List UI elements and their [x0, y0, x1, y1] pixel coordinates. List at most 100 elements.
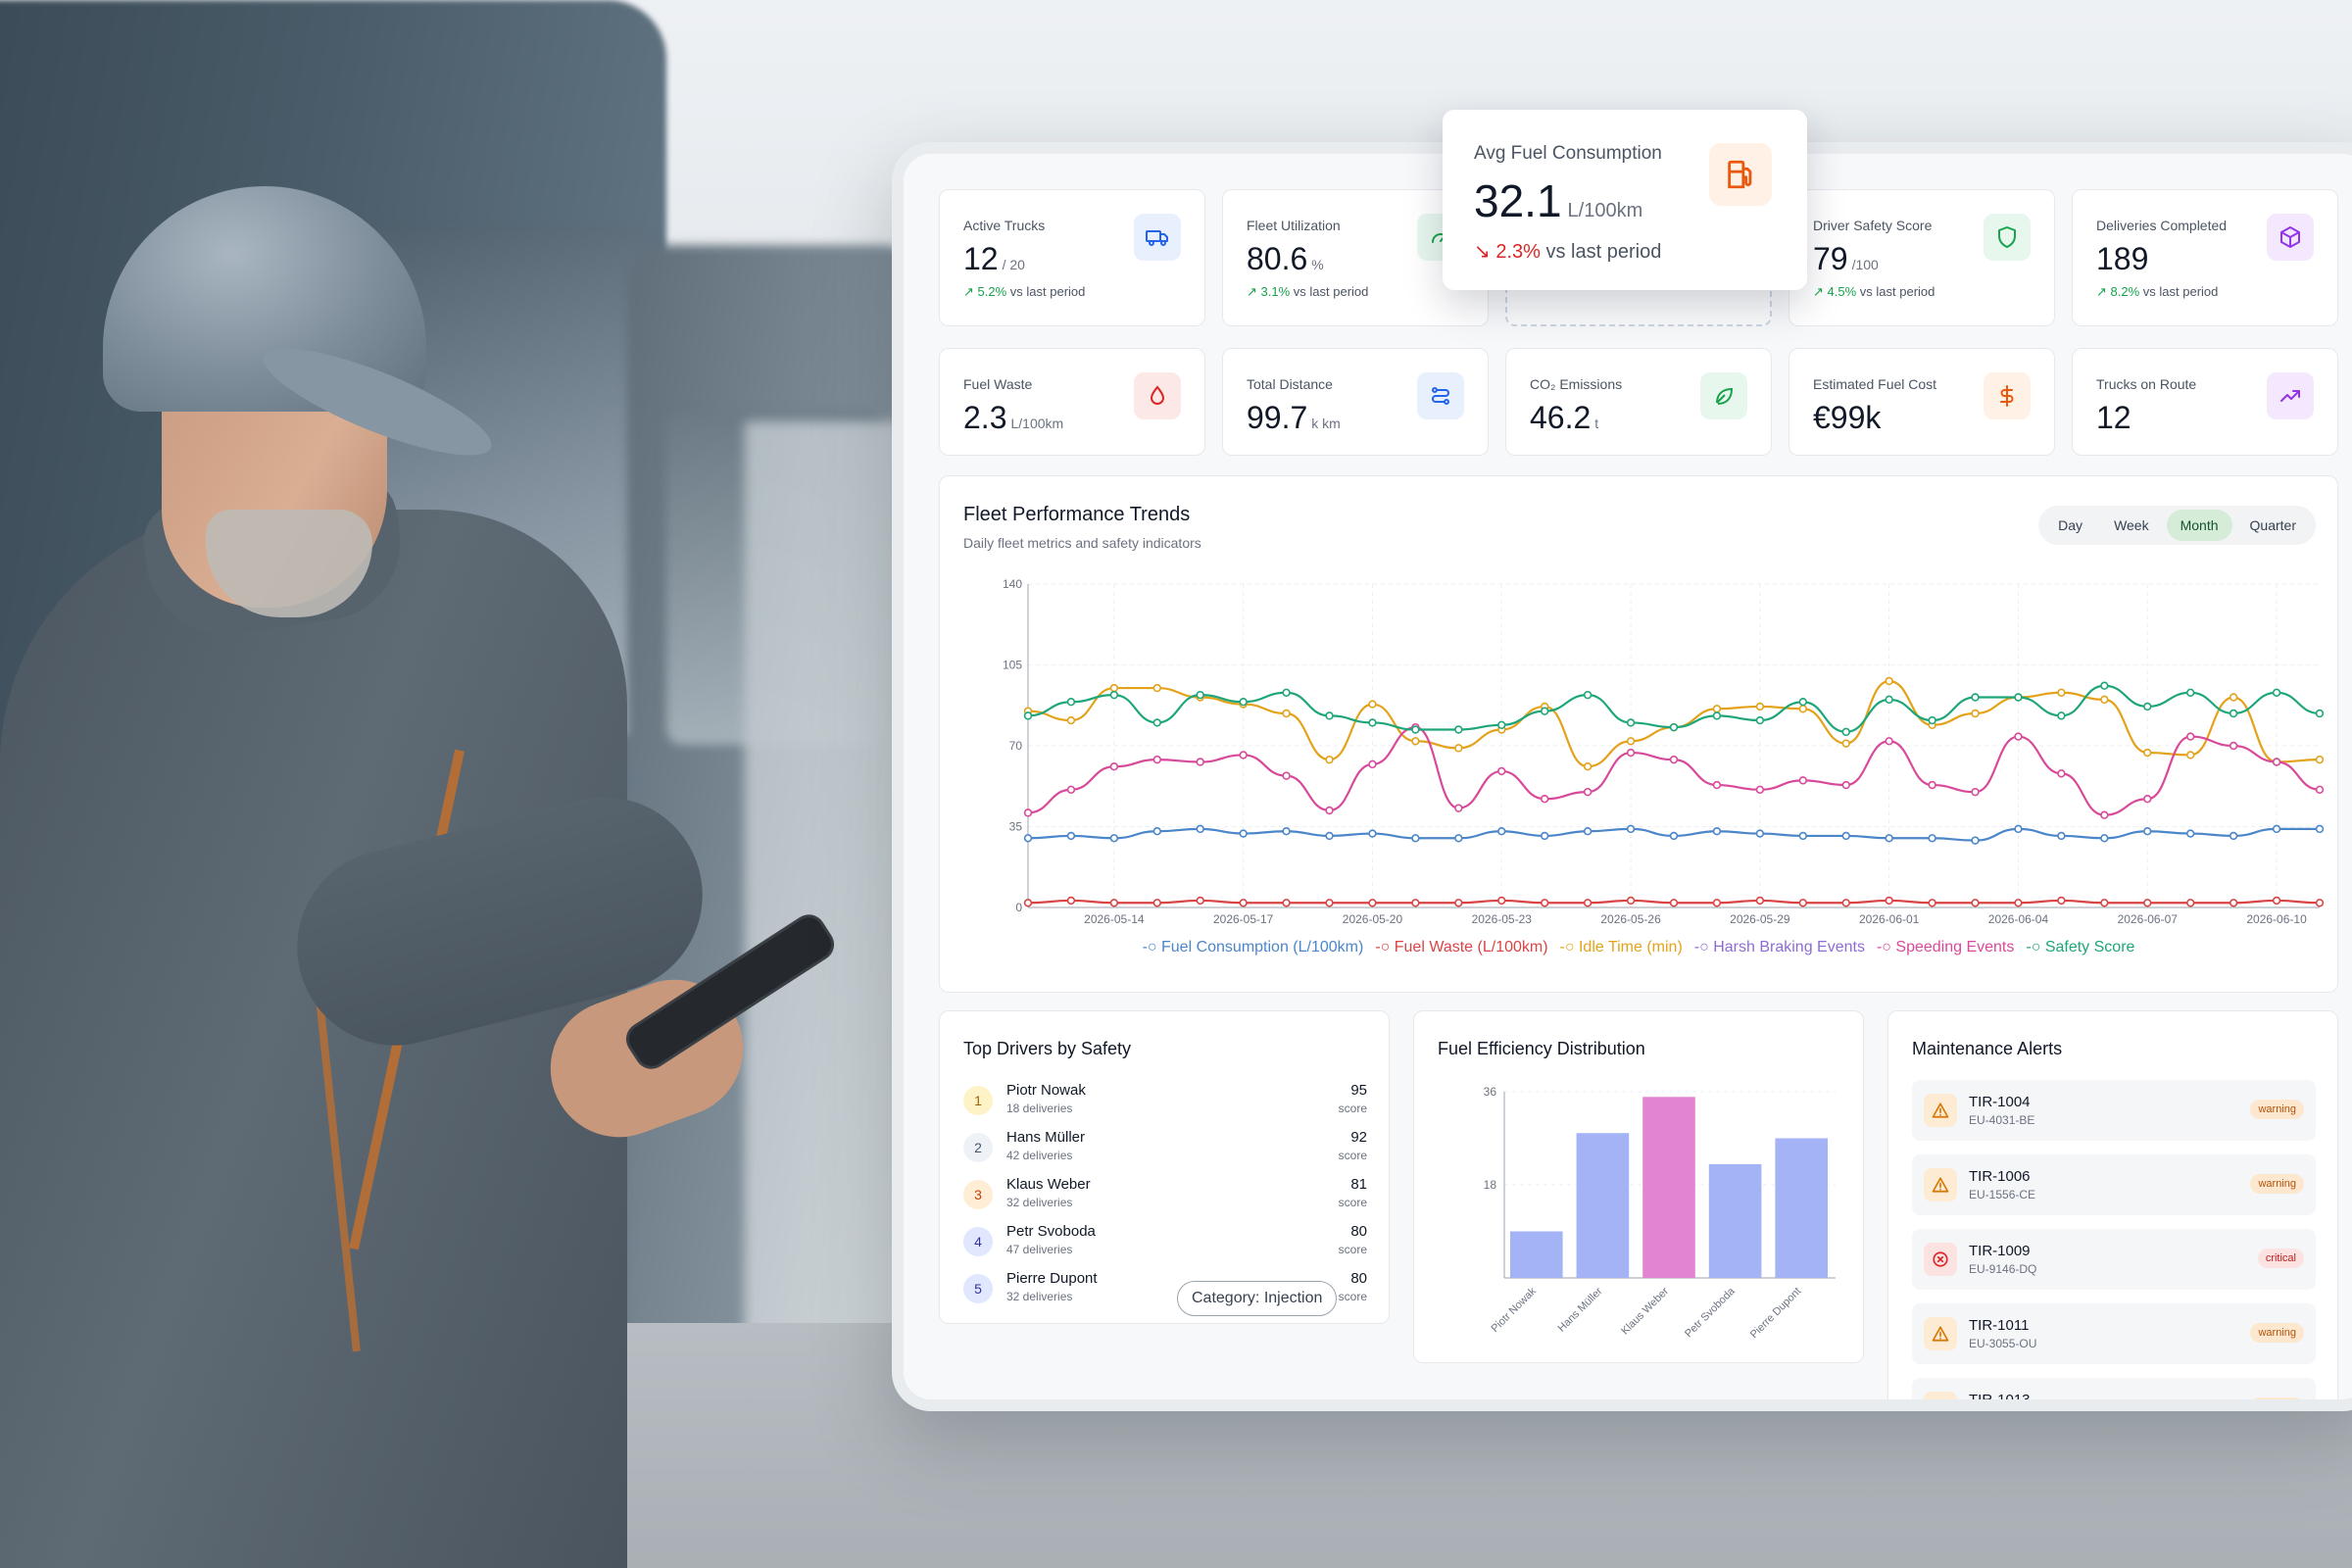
data-point[interactable] — [1109, 683, 1119, 693]
data-point[interactable] — [1196, 758, 1204, 766]
data-point[interactable] — [1712, 899, 1722, 907]
kpi-card-total-distance[interactable]: Total Distance 99.7 k km — [1222, 348, 1489, 456]
data-point[interactable] — [1540, 707, 1549, 715]
data-point[interactable] — [1411, 737, 1420, 746]
data-point[interactable] — [1540, 831, 1549, 841]
data-point[interactable] — [2185, 899, 2195, 907]
data-point[interactable] — [1066, 785, 1076, 794]
data-point[interactable] — [1885, 896, 1893, 906]
kpi-card-active-trucks[interactable]: Active Trucks 12/ 20 ↗ 5.2% vs last peri… — [939, 189, 1205, 326]
data-point[interactable] — [1712, 705, 1722, 713]
data-point[interactable] — [2143, 702, 2152, 711]
data-point[interactable] — [2272, 896, 2281, 906]
data-point[interactable] — [1755, 785, 1765, 794]
data-point[interactable] — [2143, 827, 2152, 836]
data-point[interactable] — [1325, 806, 1334, 815]
data-point[interactable] — [1497, 720, 1506, 729]
alert-row[interactable]: TIR-1011 EU-3055-OU warning — [1912, 1303, 2316, 1364]
data-point[interactable] — [2315, 785, 2325, 794]
data-point[interactable] — [1325, 755, 1334, 764]
data-point[interactable] — [2014, 899, 2023, 907]
data-point[interactable] — [2272, 824, 2281, 834]
kpi-card-fuel-cost[interactable]: Estimated Fuel Cost €99k — [1788, 348, 2055, 456]
data-point[interactable] — [1540, 795, 1549, 804]
data-point[interactable] — [1109, 690, 1119, 700]
data-point[interactable] — [2229, 693, 2238, 702]
data-point[interactable] — [2315, 824, 2325, 834]
driver-row[interactable]: 1 Piotr Nowak 18 deliveries 95 score — [963, 1080, 1367, 1125]
data-point[interactable] — [1626, 896, 1636, 906]
bar[interactable] — [1510, 1231, 1563, 1279]
driver-row[interactable]: 4 Petr Svoboda 47 deliveries 80 score — [963, 1221, 1367, 1266]
data-point[interactable] — [1325, 831, 1334, 841]
data-point[interactable] — [1798, 776, 1807, 785]
data-point[interactable] — [1841, 780, 1850, 790]
data-point[interactable] — [1971, 709, 1980, 718]
data-point[interactable] — [1885, 737, 1893, 746]
data-point[interactable] — [1411, 725, 1420, 734]
data-point[interactable] — [1841, 727, 1850, 737]
data-point[interactable] — [1755, 829, 1765, 838]
data-point[interactable] — [1282, 771, 1291, 780]
data-point[interactable] — [1712, 827, 1722, 836]
data-point[interactable] — [1583, 690, 1592, 700]
legend-item[interactable]: -○ Speeding Events — [1877, 939, 2014, 956]
data-point[interactable] — [1669, 831, 1679, 841]
data-point[interactable] — [1669, 722, 1679, 732]
data-point[interactable] — [2315, 709, 2325, 718]
data-point[interactable] — [2057, 711, 2066, 720]
driver-row[interactable]: 2 Hans Müller 42 deliveries 92 score — [963, 1127, 1367, 1172]
data-point[interactable] — [1928, 715, 1936, 725]
data-point[interactable] — [1239, 698, 1248, 707]
data-point[interactable] — [1885, 695, 1893, 705]
data-point[interactable] — [2100, 681, 2109, 690]
data-point[interactable] — [1023, 808, 1033, 817]
data-point[interactable] — [2229, 709, 2238, 718]
data-point[interactable] — [1152, 683, 1162, 693]
data-point[interactable] — [1023, 711, 1033, 720]
legend-item[interactable]: -○ Fuel Consumption (L/100km) — [1143, 939, 1364, 956]
data-point[interactable] — [1755, 715, 1765, 725]
data-point[interactable] — [1841, 831, 1850, 841]
kpi-card-driver-safety[interactable]: Driver Safety Score 79/100 ↗ 4.5% vs las… — [1788, 189, 2055, 326]
data-point[interactable] — [2100, 695, 2109, 705]
driver-row[interactable]: 3 Klaus Weber 32 deliveries 81 score — [963, 1174, 1367, 1219]
data-point[interactable] — [1712, 780, 1722, 790]
data-point[interactable] — [1152, 827, 1162, 836]
data-point[interactable] — [1152, 899, 1162, 907]
data-point[interactable] — [1411, 899, 1420, 907]
kpi-card-deliveries[interactable]: Deliveries Completed 189 ↗ 8.2% vs last … — [2072, 189, 2338, 326]
data-point[interactable] — [2185, 688, 2195, 697]
data-point[interactable] — [2229, 899, 2238, 907]
data-point[interactable] — [1583, 899, 1592, 907]
data-point[interactable] — [1282, 899, 1291, 907]
data-point[interactable] — [2185, 829, 2195, 838]
data-point[interactable] — [2100, 899, 2109, 907]
data-point[interactable] — [2143, 899, 2152, 907]
data-point[interactable] — [1798, 705, 1807, 713]
data-point[interactable] — [2014, 693, 2023, 702]
data-point[interactable] — [1497, 896, 1506, 906]
data-point[interactable] — [2272, 758, 2281, 766]
data-point[interactable] — [1971, 836, 1980, 845]
data-point[interactable] — [1109, 762, 1119, 771]
data-point[interactable] — [1971, 787, 1980, 797]
data-point[interactable] — [1239, 751, 1248, 760]
data-point[interactable] — [1109, 834, 1119, 843]
data-point[interactable] — [1885, 676, 1893, 686]
data-point[interactable] — [1239, 829, 1248, 838]
data-point[interactable] — [1282, 827, 1291, 836]
data-point[interactable] — [1023, 834, 1033, 843]
data-point[interactable] — [1196, 824, 1204, 834]
data-point[interactable] — [2057, 769, 2066, 778]
data-point[interactable] — [2014, 732, 2023, 741]
data-point[interactable] — [1196, 690, 1204, 700]
data-point[interactable] — [1368, 700, 1377, 709]
data-point[interactable] — [1798, 831, 1807, 841]
data-point[interactable] — [1325, 711, 1334, 720]
data-point[interactable] — [1626, 718, 1636, 727]
data-point[interactable] — [1669, 899, 1679, 907]
data-point[interactable] — [1066, 715, 1076, 725]
legend-item[interactable]: -○ Safety Score — [2026, 939, 2134, 956]
data-point[interactable] — [2315, 899, 2325, 907]
